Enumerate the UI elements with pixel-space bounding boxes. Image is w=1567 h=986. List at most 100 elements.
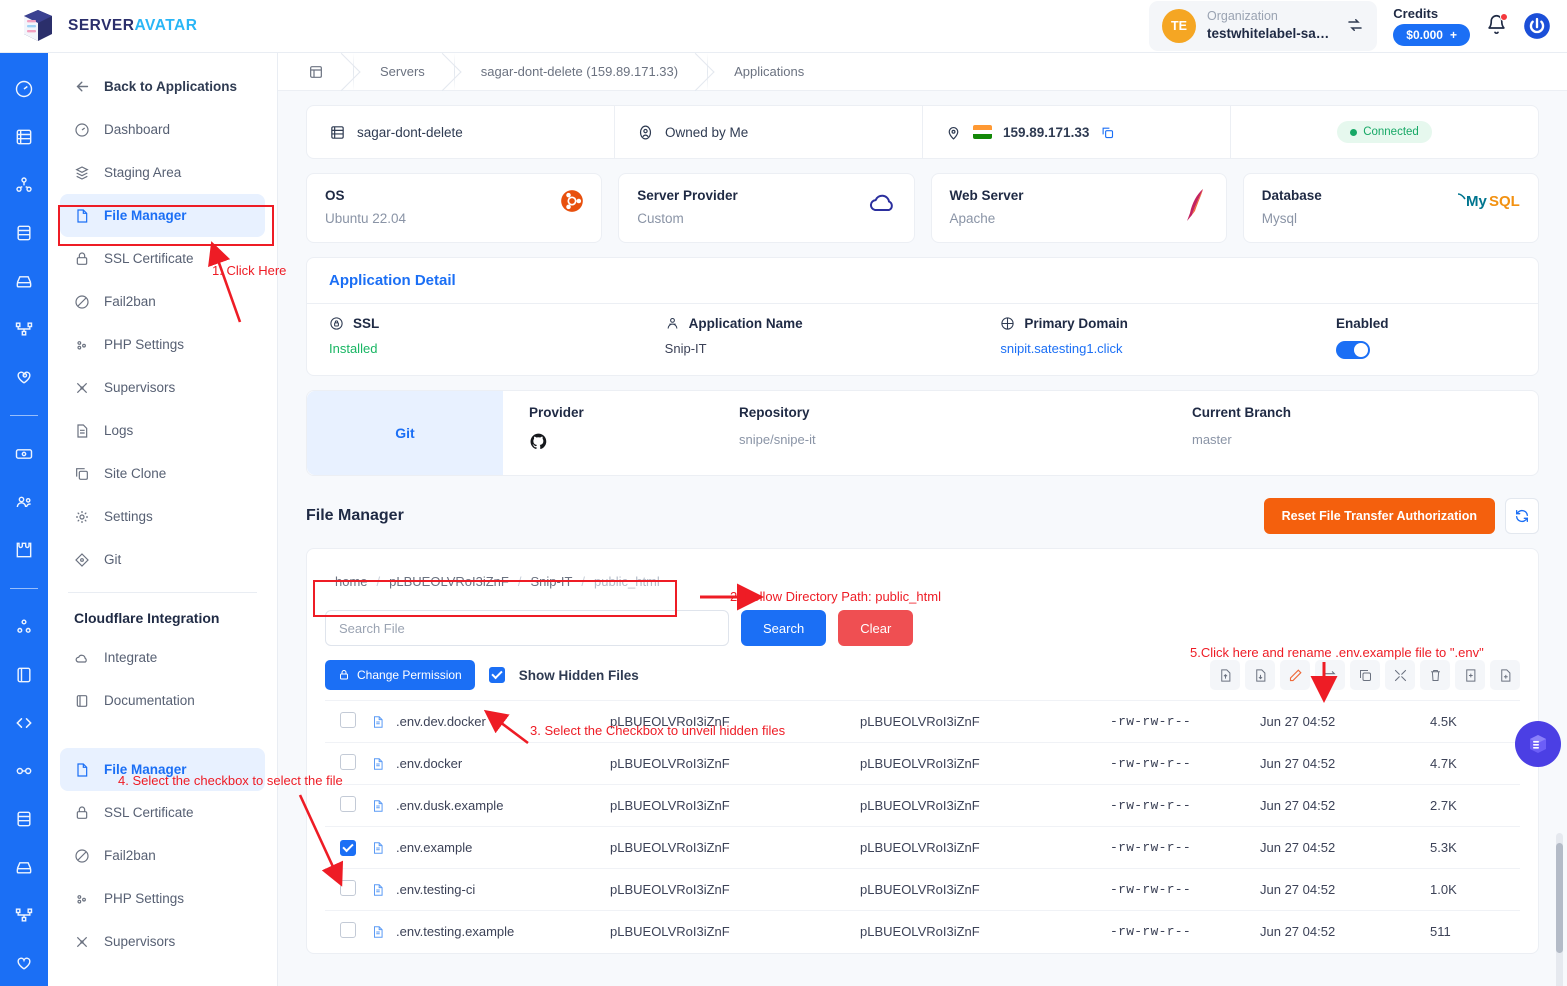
file-list-scrollbar[interactable]	[1556, 833, 1563, 986]
copy-icon[interactable]	[1100, 125, 1115, 140]
path-segment-public-html[interactable]: public_html	[594, 574, 660, 589]
change-permission-button[interactable]: Change Permission	[325, 660, 475, 690]
sidebar-item-back-to-applications[interactable]: Back to Applications	[60, 65, 265, 108]
table-row[interactable]: .env.dusk.example pLBUEOLVRoI3iZnF pLBUE…	[325, 784, 1520, 827]
path-segment-app[interactable]: Snip-IT	[530, 574, 572, 589]
copy-icon[interactable]	[1350, 660, 1380, 690]
rail-database-icon[interactable]	[14, 223, 34, 243]
breadcrumb-applications[interactable]: Applications	[708, 53, 834, 91]
breadcrumb: Servers sagar-dont-delete (159.89.171.33…	[278, 53, 1567, 91]
file-name: .env.testing-ci	[396, 882, 476, 897]
row-checkbox[interactable]	[340, 796, 356, 812]
sidebar-item-logs[interactable]: Logs	[60, 409, 265, 452]
power-icon[interactable]	[1523, 12, 1551, 40]
rail-cluster-icon[interactable]	[14, 175, 34, 195]
clear-button[interactable]: Clear	[838, 610, 914, 646]
row-checkbox[interactable]	[340, 839, 356, 856]
compress-icon[interactable]	[1385, 660, 1415, 690]
row-checkbox[interactable]	[340, 880, 356, 896]
sidebar-item-supervisors[interactable]: Supervisors	[60, 366, 265, 409]
main-content: Servers sagar-dont-delete (159.89.171.33…	[278, 53, 1567, 986]
breadcrumb-servers[interactable]: Servers	[354, 53, 455, 91]
notification-dot	[1500, 13, 1508, 21]
rail-network-icon[interactable]	[14, 319, 34, 339]
move-icon[interactable]	[1315, 660, 1345, 690]
sidebar-item-staging-area[interactable]: Staging Area	[60, 151, 265, 194]
rail-backup-icon[interactable]	[14, 271, 34, 291]
table-row[interactable]: .env.docker pLBUEOLVRoI3iZnF pLBUEOLVRoI…	[325, 742, 1520, 785]
sidebar-item-integrate[interactable]: Integrate	[60, 636, 265, 679]
sidebar-item-git[interactable]: Git	[60, 538, 265, 581]
scrollbar-thumb[interactable]	[1556, 843, 1563, 953]
sidebar-item-fail2ban-2[interactable]: Fail2ban	[60, 834, 265, 877]
upload-file-icon[interactable]	[1210, 660, 1240, 690]
breadcrumb-server[interactable]: sagar-dont-delete (159.89.171.33)	[455, 53, 709, 91]
rail-code-icon[interactable]	[14, 713, 34, 733]
breadcrumb-home[interactable]	[294, 53, 354, 91]
rail-team-icon[interactable]	[14, 492, 34, 512]
rail-network2-icon[interactable]	[14, 905, 34, 925]
sidebar-item-file-manager[interactable]: File Manager	[60, 194, 265, 237]
app-enabled-toggle[interactable]	[1336, 341, 1371, 359]
search-input[interactable]	[325, 610, 729, 646]
app-domain-value[interactable]: snipit.satesting1.click	[1000, 341, 1336, 356]
rail-partnership2-icon[interactable]	[14, 953, 34, 973]
edit-pencil-icon[interactable]	[1280, 660, 1310, 690]
sidebar-item-ssl-certificate-2[interactable]: SSL Certificate	[60, 791, 265, 834]
rail-billing-icon[interactable]	[14, 444, 34, 464]
git-tab[interactable]: Git	[307, 391, 503, 475]
row-checkbox[interactable]	[340, 712, 356, 728]
sidebar-item-fail2ban[interactable]: Fail2ban	[60, 280, 265, 323]
rail-integration-icon[interactable]	[14, 540, 34, 560]
rail-docs-icon[interactable]	[14, 665, 34, 685]
table-row[interactable]: .env.dev.docker pLBUEOLVRoI3iZnF pLBUEOL…	[325, 700, 1520, 743]
annotation-1: 1. Click Here	[212, 263, 287, 278]
server-ip: 159.89.171.33	[1003, 124, 1090, 140]
path-segment-home[interactable]: home	[335, 574, 368, 589]
file-group: pLBUEOLVRoI3iZnF	[860, 784, 1110, 827]
rail-partnership-icon[interactable]	[14, 367, 34, 387]
sidebar-item-settings[interactable]: Settings	[60, 495, 265, 538]
rail-database2-icon[interactable]	[14, 809, 34, 829]
organization-selector[interactable]: TE Organization testwhitelabel-sa…	[1148, 1, 1378, 51]
app-name-label: Application Name	[688, 316, 803, 331]
brand-logo[interactable]: SERVERAVATAR	[18, 6, 197, 46]
help-widget-button[interactable]	[1515, 721, 1561, 767]
card-web-server: Web Server Apache	[930, 173, 1227, 243]
sidebar-item-supervisors-2[interactable]: Supervisors	[60, 920, 265, 963]
rail-backup2-icon[interactable]	[14, 857, 34, 877]
show-hidden-files-checkbox[interactable]	[488, 667, 505, 683]
reset-file-transfer-authorization-button[interactable]: Reset File Transfer Authorization	[1263, 498, 1495, 534]
download-file-icon[interactable]	[1245, 660, 1275, 690]
rail-nodes-icon[interactable]	[14, 617, 34, 637]
rail-community-icon[interactable]	[14, 761, 34, 781]
sidebar-item-site-clone[interactable]: Site Clone	[60, 452, 265, 495]
rail-gauge-icon[interactable]	[14, 79, 34, 99]
notifications-button[interactable]	[1486, 13, 1508, 38]
sidebar-item-dashboard[interactable]: Dashboard	[60, 108, 265, 151]
rail-servers-icon[interactable]	[14, 127, 34, 147]
table-row[interactable]: .env.example pLBUEOLVRoI3iZnF pLBUEOLVRo…	[325, 826, 1520, 869]
new-file-icon[interactable]	[1455, 660, 1485, 690]
git-icon	[74, 552, 90, 568]
search-button[interactable]: Search	[741, 610, 827, 646]
swap-icon[interactable]	[1346, 16, 1364, 37]
clone-icon	[74, 466, 90, 482]
path-segment-user[interactable]: pLBUEOLVRoI3iZnF	[389, 574, 509, 589]
refresh-icon[interactable]	[1505, 498, 1539, 534]
file-group: pLBUEOLVRoI3iZnF	[860, 700, 1110, 743]
trash-icon[interactable]	[1420, 660, 1450, 690]
file-permissions: -rw-rw-r--	[1110, 868, 1260, 911]
row-checkbox[interactable]	[340, 754, 356, 770]
row-checkbox[interactable]	[340, 922, 356, 939]
table-row[interactable]: .env.testing-ci pLBUEOLVRoI3iZnF pLBUEOL…	[325, 868, 1520, 911]
card-value: Mysql	[1261, 211, 1298, 226]
sidebar-item-php-settings-2[interactable]: PHP Settings	[60, 877, 265, 920]
sidebar-item-documentation[interactable]: Documentation	[60, 679, 265, 722]
new-folder-icon[interactable]	[1490, 660, 1520, 690]
sidebar-item-label: Logs	[104, 423, 134, 438]
table-row[interactable]: .env.testing.example pLBUEOLVRoI3iZnF pL…	[325, 910, 1520, 953]
add-credits-button[interactable]: $0.000 +	[1393, 24, 1470, 46]
sidebar-item-php-settings[interactable]: PHP Settings	[60, 323, 265, 366]
lock-icon	[74, 251, 90, 267]
